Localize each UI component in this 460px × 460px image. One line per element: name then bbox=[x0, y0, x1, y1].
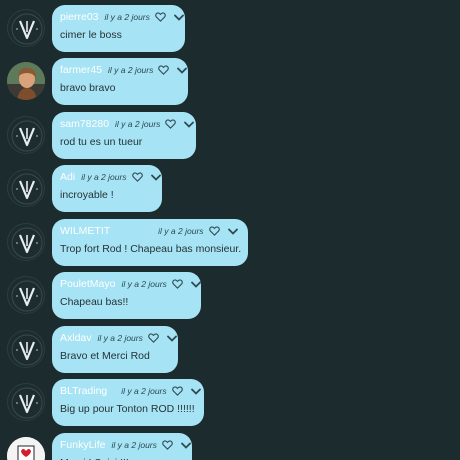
chevron-down-icon[interactable] bbox=[227, 228, 238, 235]
like-heart-icon[interactable] bbox=[208, 226, 220, 236]
comment-bubble: farmer45 il y a 2 jours bravo bravo bbox=[52, 58, 188, 105]
username-link[interactable]: Axldav bbox=[60, 332, 92, 344]
username-link[interactable]: farmer45 bbox=[60, 64, 102, 76]
comment-timestamp: il y a 2 jours bbox=[104, 12, 150, 22]
username-link[interactable]: BLTrading bbox=[60, 385, 107, 397]
comment-timestamp: il y a 2 jours bbox=[121, 386, 167, 396]
comment-text: rod tu es un tueur bbox=[60, 136, 143, 148]
comment-text: Chapeau bas!! bbox=[60, 296, 129, 308]
comment-bubble: Axldav il y a 2 jours Bravo et Merci Rod bbox=[52, 326, 178, 373]
brand-logo-icon bbox=[11, 280, 43, 312]
chevron-down-icon[interactable] bbox=[190, 281, 201, 288]
avatar[interactable] bbox=[7, 116, 45, 154]
username-link[interactable]: PouletMayo bbox=[60, 278, 115, 290]
like-heart-icon[interactable] bbox=[131, 172, 143, 182]
comment-bubble: PouletMayo il y a 2 jours Chapeau bas!! bbox=[52, 272, 201, 319]
like-heart-icon[interactable] bbox=[165, 119, 177, 129]
like-heart-icon[interactable] bbox=[171, 386, 183, 396]
comment-meta: BLTrading il y a 2 jours bbox=[60, 383, 201, 399]
comment-bubble: sam78280 il y a 2 jours rod tu es un tueur bbox=[52, 112, 196, 159]
comment-bubble: Adi il y a 2 jours incroyable ! bbox=[52, 165, 162, 212]
comment-timestamp: il y a 2 jours bbox=[121, 279, 167, 289]
comment-item: PouletMayo il y a 2 jours Chapeau bas!! bbox=[0, 272, 460, 322]
brand-logo-icon bbox=[11, 13, 43, 45]
brand-logo-icon bbox=[11, 173, 43, 205]
comment-meta: PouletMayo il y a 2 jours bbox=[60, 276, 201, 292]
avatar[interactable] bbox=[7, 223, 45, 261]
username-link[interactable]: FunkyLife bbox=[60, 439, 106, 451]
comment-meta: Axldav il y a 2 jours bbox=[60, 330, 177, 346]
comment-text: incroyable ! bbox=[60, 189, 114, 201]
chevron-down-icon[interactable] bbox=[166, 335, 177, 342]
like-heart-icon[interactable] bbox=[162, 440, 173, 450]
comment-meta: pierre03 il y a 2 jours bbox=[60, 9, 184, 25]
brand-logo-icon bbox=[11, 334, 43, 366]
comment-text: Trop fort Rod ! Chapeau bas monsieur. bbox=[60, 243, 242, 255]
comment-text: Big up pour Tonton ROD !!!!!! bbox=[60, 403, 195, 415]
username-link[interactable]: pierre03 bbox=[60, 11, 99, 23]
avatar[interactable] bbox=[7, 276, 45, 314]
username-link[interactable]: Adi bbox=[60, 171, 75, 183]
comment-meta: Adi il y a 2 jours bbox=[60, 169, 161, 185]
comment-timestamp: il y a 2 jours bbox=[81, 172, 127, 182]
like-heart-icon[interactable] bbox=[155, 12, 166, 22]
comment-item: farmer45 il y a 2 jours bravo bravo bbox=[0, 58, 460, 108]
avatar[interactable] bbox=[7, 437, 45, 460]
like-heart-icon[interactable] bbox=[148, 333, 159, 343]
comment-bubble: BLTrading il y a 2 jours Big up pour Tonto… bbox=[52, 379, 204, 426]
username-link[interactable]: sam78280 bbox=[60, 118, 109, 130]
comment-timestamp: il y a 2 jours bbox=[115, 119, 161, 129]
comment-text: Bravo et Merci Rod bbox=[60, 350, 150, 362]
username-link[interactable]: WILMETIT bbox=[60, 225, 110, 237]
like-heart-icon[interactable] bbox=[158, 65, 170, 75]
brand-logo-icon bbox=[11, 387, 43, 419]
comment-timestamp: il y a 2 jours bbox=[97, 333, 143, 343]
chevron-down-icon[interactable] bbox=[150, 174, 161, 181]
comment-meta: sam78280 il y a 2 jours bbox=[60, 116, 195, 132]
comment-item: sam78280 il y a 2 jours rod tu es un tueur bbox=[0, 112, 460, 162]
avatar[interactable] bbox=[7, 169, 45, 207]
comment-meta: WILMETIT il y a 2 jours bbox=[60, 223, 238, 239]
user-photo-icon bbox=[7, 62, 45, 100]
comment-meta: FunkyLife il y a 2 jours bbox=[60, 437, 191, 453]
avatar[interactable] bbox=[7, 9, 45, 47]
comment-bubble: pierre03 il y a 2 jours cimer le boss bbox=[52, 5, 185, 52]
comment-text: bravo bravo bbox=[60, 82, 116, 94]
avatar[interactable] bbox=[7, 383, 45, 421]
comment-timestamp: il y a 2 jours bbox=[158, 226, 204, 236]
comment-item: pierre03 il y a 2 jours cimer le boss bbox=[0, 5, 460, 55]
avatar[interactable] bbox=[7, 62, 45, 100]
brand-logo-icon bbox=[11, 120, 43, 152]
comment-timestamp: il y a 2 jours bbox=[111, 440, 157, 450]
comment-item: WILMETIT il y a 2 jours Trop fort Rod ! Ch… bbox=[0, 219, 460, 269]
user-card-icon bbox=[7, 437, 45, 460]
comment-meta: farmer45 il y a 2 jours bbox=[60, 62, 188, 78]
brand-logo-icon bbox=[11, 227, 43, 259]
comment-item: BLTrading il y a 2 jours Big up pour Tonto… bbox=[0, 379, 460, 429]
chevron-down-icon[interactable] bbox=[173, 14, 184, 21]
like-heart-icon[interactable] bbox=[171, 279, 183, 289]
comment-bubble: FunkyLifeil y a 2 joursMerci ! Suivi !!! bbox=[52, 433, 192, 460]
avatar[interactable] bbox=[7, 330, 45, 368]
comment-feed: pierre03 il y a 2 jours cimer le boss farm… bbox=[0, 0, 460, 460]
comment-text: cimer le boss bbox=[60, 29, 122, 41]
chevron-down-icon[interactable] bbox=[190, 388, 201, 395]
comment-item: Adi il y a 2 jours incroyable ! bbox=[0, 165, 460, 215]
comment-item: FunkyLifeil y a 2 joursMerci ! Suivi !!! bbox=[0, 433, 460, 460]
chevron-down-icon[interactable] bbox=[184, 121, 195, 128]
comment-bubble: WILMETIT il y a 2 jours Trop fort Rod ! Ch… bbox=[52, 219, 248, 266]
chevron-down-icon[interactable] bbox=[177, 67, 188, 74]
chevron-down-icon[interactable] bbox=[180, 442, 191, 449]
comment-item: Axldav il y a 2 jours Bravo et Merci Rod bbox=[0, 326, 460, 376]
comment-timestamp: il y a 2 jours bbox=[108, 65, 154, 75]
